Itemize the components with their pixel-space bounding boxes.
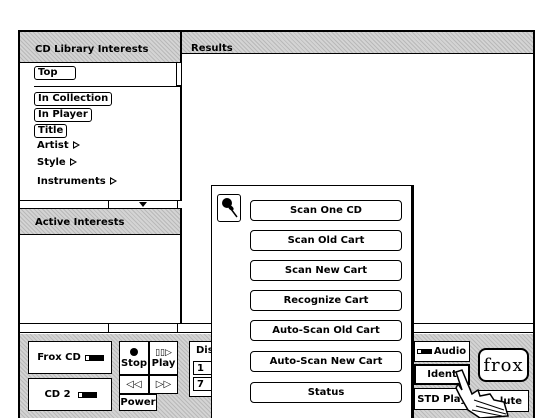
active-interests-title: Active Interests (35, 217, 125, 228)
recognize-cart-button[interactable]: Recognize Cart (250, 290, 402, 311)
auto-scan-new-cart-button[interactable]: Auto-Scan New Cart (250, 351, 402, 372)
scan-one-cd-button[interactable]: Scan One CD (250, 200, 402, 221)
interest-style[interactable]: Style (37, 157, 77, 168)
stop-icon (130, 347, 138, 356)
active-interests-list (20, 235, 182, 323)
pin-icon (222, 198, 238, 218)
active-scroll-segment (108, 323, 178, 333)
results-title: Results (191, 43, 233, 54)
forward-button[interactable]: ▷▷ (149, 375, 178, 394)
power-button[interactable]: Power (119, 394, 157, 411)
interest-in-player[interactable]: In Player (34, 108, 92, 122)
interest-in-collection[interactable]: In Collection (34, 92, 113, 106)
interest-style-label: Style (37, 157, 66, 168)
interest-artist[interactable]: Artist (37, 140, 80, 151)
top-button[interactable]: Top (34, 66, 76, 80)
expand-triangle-icon (109, 177, 117, 185)
interest-instruments-label: Instruments (37, 176, 106, 187)
stop-button[interactable]: Stop (119, 341, 149, 375)
slot-icon (416, 349, 432, 354)
library-interests-title: CD Library Interests (35, 44, 149, 55)
play-label: Play (151, 357, 176, 369)
status-button[interactable]: Status (250, 382, 402, 403)
play-button[interactable]: ▯▯▷ Play (149, 341, 178, 375)
scroll-down-arrow-icon[interactable] (139, 202, 147, 207)
list-divider (34, 86, 180, 87)
pin-button[interactable] (217, 194, 241, 222)
expand-triangle-icon (69, 158, 77, 166)
interest-instruments[interactable]: Instruments (37, 176, 117, 187)
power-label: Power (120, 397, 156, 408)
auto-scan-old-cart-button[interactable]: Auto-Scan Old Cart (250, 320, 402, 341)
expand-triangle-icon (72, 141, 80, 149)
cd2-label: CD 2 (44, 389, 71, 400)
stop-label: Stop (120, 357, 147, 369)
slot-icon (84, 354, 104, 361)
rewind-button[interactable]: ◁◁ (119, 375, 149, 394)
play-pause-icon: ▯▯▷ (155, 347, 172, 358)
hand-cursor-icon (455, 369, 509, 418)
audio-label: Audio (433, 346, 467, 357)
interest-title[interactable]: Title (34, 124, 68, 138)
frox-cd-label: Frox CD (37, 352, 81, 363)
scan-new-cart-button[interactable]: Scan New Cart (250, 260, 402, 281)
interest-artist-label: Artist (37, 140, 69, 151)
frox-cd-button[interactable]: Frox CD (28, 341, 112, 374)
scan-old-cart-button[interactable]: Scan Old Cart (250, 230, 402, 251)
slot-icon (77, 391, 97, 398)
results-header (182, 32, 533, 54)
cd2-button[interactable]: CD 2 (28, 378, 112, 411)
audio-button[interactable]: Audio (414, 341, 470, 362)
rewind-icon: ◁◁ (126, 379, 142, 390)
forward-icon: ▷▷ (155, 379, 172, 390)
